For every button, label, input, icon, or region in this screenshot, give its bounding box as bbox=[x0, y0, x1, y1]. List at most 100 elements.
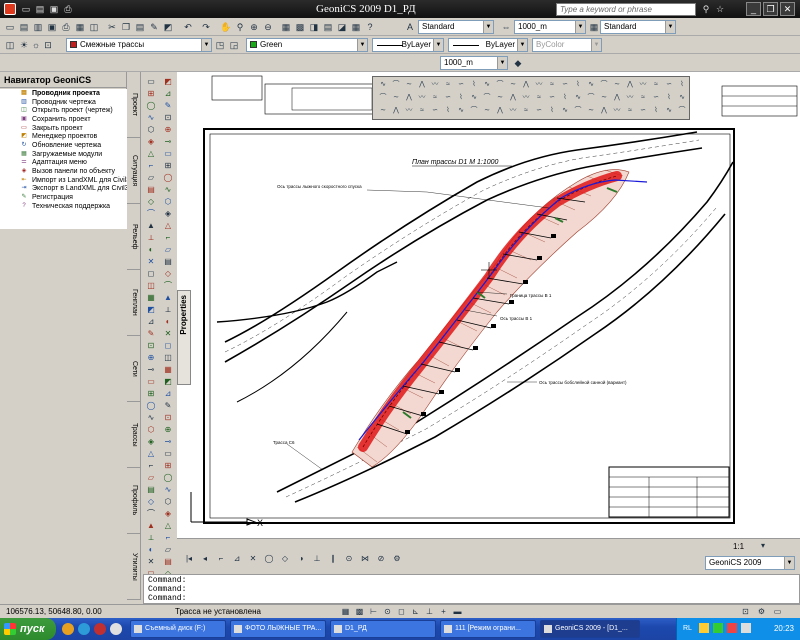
annotation-tool-icon[interactable]: ⋀ bbox=[390, 106, 402, 116]
annotation-tool-icon[interactable]: ∽ bbox=[663, 80, 675, 90]
cut-icon[interactable]: ✂ bbox=[106, 21, 118, 33]
tool-icon[interactable]: ▤ bbox=[145, 184, 157, 195]
minimize-button[interactable]: _ bbox=[746, 2, 761, 16]
tray-icon-1[interactable] bbox=[699, 623, 709, 633]
tool-icon[interactable]: △ bbox=[162, 520, 174, 531]
scale-select[interactable]: 1000_m ▼ bbox=[440, 56, 508, 70]
tool-icon[interactable]: ✎ bbox=[162, 100, 174, 111]
navigator-item[interactable]: ✎ Регистрация bbox=[0, 193, 127, 202]
tool-icon[interactable]: ∿ bbox=[162, 484, 174, 495]
tool-palettes-icon[interactable]: ◨ bbox=[308, 21, 320, 33]
workspace-select[interactable]: GeoniCS 2009 ▼ bbox=[705, 556, 795, 570]
annotation-tool-icon[interactable]: ⋀ bbox=[624, 80, 636, 90]
osnap-endpoint-icon[interactable]: ⌐ bbox=[215, 553, 227, 565]
taskbar-task-button[interactable]: Съемный диск (F:) bbox=[130, 620, 226, 638]
annotation-tool-icon[interactable]: 〰 bbox=[637, 80, 649, 90]
annotation-tool-icon[interactable]: ∽ bbox=[533, 106, 545, 116]
navigator-item[interactable]: ▣ Сохранить проект bbox=[0, 115, 127, 124]
annotation-tool-icon[interactable]: 〰 bbox=[520, 93, 532, 103]
annotation-tool-icon[interactable]: ⌇ bbox=[468, 80, 480, 90]
annotation-tool-icon[interactable]: ∽ bbox=[546, 93, 558, 103]
tool-icon[interactable]: ⊡ bbox=[162, 112, 174, 123]
annotation-tool-icon[interactable]: ∿ bbox=[572, 93, 584, 103]
tool-icon[interactable]: ◫ bbox=[162, 352, 174, 363]
navigator-item[interactable]: ▤ Проводник проекта bbox=[0, 89, 127, 98]
tool-icon[interactable]: ◐ bbox=[145, 544, 157, 555]
scale-icon[interactable]: ◆ bbox=[512, 57, 524, 69]
annotation-tool-icon[interactable]: ∿ bbox=[377, 80, 389, 90]
tool-icon[interactable]: ◇ bbox=[145, 196, 157, 207]
annotation-tool-icon[interactable]: ∼ bbox=[507, 80, 519, 90]
navigator-item[interactable]: ▭ Закрыть проект bbox=[0, 124, 127, 133]
help-icon[interactable]: ? bbox=[364, 21, 376, 33]
quicklaunch-browser-icon[interactable] bbox=[78, 623, 90, 635]
language-indicator[interactable]: RL bbox=[683, 625, 692, 632]
tool-icon[interactable]: ⊿ bbox=[145, 316, 157, 327]
start-button[interactable]: пуск bbox=[0, 618, 56, 640]
drawing-canvas[interactable]: X План трассы D1 М 1:1000 Ось трассы лыж… bbox=[177, 72, 800, 538]
tool-icon[interactable]: ◩ bbox=[162, 376, 174, 387]
block-editor-icon[interactable]: ◩ bbox=[162, 21, 174, 33]
tool-icon[interactable]: ▭ bbox=[145, 376, 157, 387]
tray-icon-3[interactable] bbox=[727, 623, 737, 633]
first-tab-icon[interactable]: |◂ bbox=[183, 553, 195, 565]
close-button[interactable]: ✕ bbox=[780, 2, 795, 16]
tool-icon[interactable]: ◇ bbox=[162, 268, 174, 279]
annotation-tool-icon[interactable]: ∽ bbox=[442, 93, 454, 103]
annotation-tool-icon[interactable]: ≈ bbox=[546, 80, 558, 90]
annotation-tool-icon[interactable]: ∼ bbox=[494, 93, 506, 103]
app-logo-icon[interactable] bbox=[4, 3, 16, 15]
tool-icon[interactable]: ▦ bbox=[145, 292, 157, 303]
qnew-icon[interactable]: ▤ bbox=[18, 21, 30, 33]
tool-icon[interactable]: ⌐ bbox=[145, 160, 157, 171]
undo-icon[interactable]: ↶ bbox=[182, 21, 194, 33]
annotation-tool-icon[interactable]: ∼ bbox=[598, 93, 610, 103]
layer-manager-icon[interactable]: ◫ bbox=[4, 39, 16, 51]
annotation-tool-icon[interactable]: ⌇ bbox=[572, 80, 584, 90]
annotation-tool-icon[interactable]: ≈ bbox=[520, 106, 532, 116]
taskbar-task-button[interactable]: 111 [Режим ограни... bbox=[440, 620, 536, 638]
navigator-item[interactable]: ◈ Вызов панели по объекту bbox=[0, 167, 127, 176]
preview-icon[interactable]: ▦ bbox=[74, 21, 86, 33]
osnap-tangent-icon[interactable]: ◑ bbox=[295, 553, 307, 565]
vertical-tab[interactable]: Трассы bbox=[127, 402, 141, 468]
layer-previous-icon[interactable]: ◲ bbox=[228, 39, 240, 51]
annotation-tool-icon[interactable]: 〰 bbox=[429, 80, 441, 90]
osnap-mid-icon[interactable]: ⊿ bbox=[231, 553, 243, 565]
tool-icon[interactable]: ◯ bbox=[162, 472, 174, 483]
tool-icon[interactable]: ◈ bbox=[162, 208, 174, 219]
tool-icon[interactable]: ⊡ bbox=[162, 412, 174, 423]
tool-icon[interactable]: ⊕ bbox=[162, 124, 174, 135]
tool-icon[interactable]: ⬡ bbox=[162, 496, 174, 507]
osnap-settings-icon[interactable]: ⚙ bbox=[391, 553, 403, 565]
sun-icon[interactable]: ☼ bbox=[30, 39, 42, 51]
print-icon[interactable]: ⎙ bbox=[60, 21, 72, 33]
annotation-tool-icon[interactable]: 〰 bbox=[624, 93, 636, 103]
tray-icon-4[interactable] bbox=[741, 623, 751, 633]
tool-icon[interactable]: ⟂ bbox=[145, 532, 157, 543]
tool-icon[interactable]: ✎ bbox=[162, 400, 174, 411]
tool-icon[interactable]: ▤ bbox=[145, 484, 157, 495]
annotation-tool-icon[interactable]: 〰 bbox=[533, 80, 545, 90]
properties-palette-tab[interactable]: Properties bbox=[177, 290, 191, 385]
tool-icon[interactable]: ⊞ bbox=[162, 160, 174, 171]
sheet-set-icon[interactable]: ▤ bbox=[322, 21, 334, 33]
tool-icon[interactable]: ◻ bbox=[145, 268, 157, 279]
osnap-intersect-icon[interactable]: ✕ bbox=[247, 553, 259, 565]
publish-icon[interactable]: ◫ bbox=[88, 21, 100, 33]
vertical-tab[interactable]: Рельеф bbox=[127, 204, 141, 270]
help-search-input[interactable]: Type a keyword or phrase bbox=[556, 3, 696, 16]
annotation-tool-icon[interactable]: ⋀ bbox=[598, 106, 610, 116]
tool-icon[interactable]: ∿ bbox=[145, 112, 157, 123]
save-tb-icon[interactable]: ▣ bbox=[46, 21, 58, 33]
tool-icon[interactable]: ⌐ bbox=[162, 532, 174, 543]
make-current-icon[interactable]: ◳ bbox=[214, 39, 226, 51]
annotation-tool-icon[interactable]: ⌇ bbox=[546, 106, 558, 116]
tool-icon[interactable]: ⌐ bbox=[145, 460, 157, 471]
tool-icon[interactable]: ◈ bbox=[162, 508, 174, 519]
annotation-tool-icon[interactable]: ⌒ bbox=[468, 106, 480, 116]
tool-icon[interactable]: ⊞ bbox=[145, 88, 157, 99]
annotation-tool-icon[interactable]: ⌒ bbox=[585, 93, 597, 103]
annotation-tool-icon[interactable]: ⌒ bbox=[377, 93, 389, 103]
open-icon[interactable]: ▥ bbox=[32, 21, 44, 33]
